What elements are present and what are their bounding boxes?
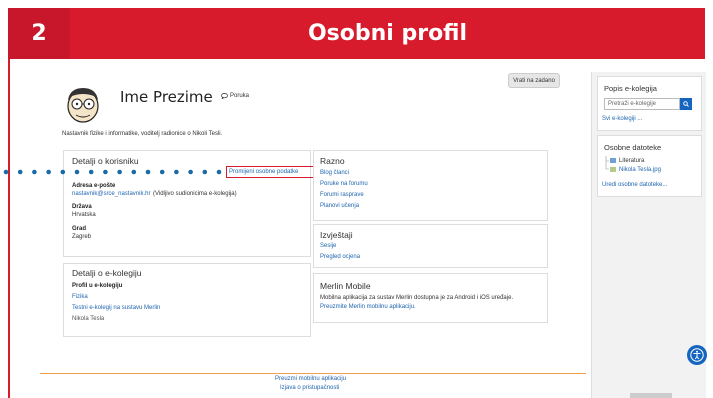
message-label: Poruka bbox=[230, 93, 250, 99]
step-number: 2 bbox=[8, 8, 70, 59]
mobile-title: Merlin Mobile bbox=[320, 281, 371, 291]
course-item: Nikola Tesla bbox=[72, 316, 105, 322]
accessibility-icon bbox=[690, 348, 704, 362]
misc-link[interactable]: Blog članci bbox=[320, 170, 349, 176]
reports-link[interactable]: Sesije bbox=[320, 243, 336, 249]
user-description: Nastavnik fizike i informatike, voditelj… bbox=[62, 131, 223, 137]
user-details-title: Detalji o korisniku bbox=[72, 156, 139, 166]
footer-divider bbox=[40, 373, 586, 374]
course-details-title: Detalji o e-kolegiju bbox=[72, 268, 142, 278]
pointer-dot bbox=[46, 169, 51, 175]
search-icon bbox=[683, 101, 689, 107]
pointer-dot bbox=[103, 169, 108, 175]
country-label: Država bbox=[72, 204, 92, 210]
misc-title: Razno bbox=[320, 156, 345, 166]
pointer-dot bbox=[32, 169, 37, 175]
mobile-link[interactable]: Preuzmite Merlin mobilnu aplikaciju. bbox=[320, 304, 416, 310]
page-title: Osobni profil bbox=[307, 21, 468, 46]
search-button[interactable] bbox=[680, 98, 692, 110]
email-value[interactable]: nastavnik@srce_nastavnik.hr bbox=[72, 191, 150, 197]
reset-page-button[interactable]: Vrati na zadano bbox=[508, 73, 560, 88]
reports-title: Izvještaji bbox=[320, 230, 353, 240]
misc-link[interactable]: Poruke na forumu bbox=[320, 181, 368, 187]
edit-files-link[interactable]: Uredi osobne datoteke... bbox=[602, 182, 667, 188]
misc-link[interactable]: Forumi rasprave bbox=[320, 192, 364, 198]
pointer-dot bbox=[3, 169, 9, 175]
pointer-dot bbox=[145, 169, 151, 175]
chat-icon bbox=[221, 93, 228, 99]
header-banner: 2 Osobni profil bbox=[8, 8, 705, 59]
pointer-dot bbox=[216, 169, 222, 175]
footer-app-link[interactable]: Preuzmi mobilnu aplikaciju bbox=[275, 376, 346, 382]
city-label: Grad bbox=[72, 226, 87, 232]
dotted-pointer bbox=[3, 169, 222, 175]
footer-accessibility-link[interactable]: Izjava o pristupačnosti bbox=[280, 385, 339, 391]
country-value: Hrvatska bbox=[72, 212, 96, 218]
file-name[interactable]: Nikola Tesla.jpg bbox=[619, 167, 661, 173]
pointer-dot bbox=[174, 169, 179, 175]
email-note: (Vidljivo sudionicima e-kolegija) bbox=[153, 191, 237, 197]
pointer-dot bbox=[131, 169, 137, 175]
user-name: Ime Prezime bbox=[120, 88, 213, 106]
folder-icon bbox=[610, 158, 616, 163]
edit-profile-link[interactable]: Promijeni osobne podatke bbox=[229, 169, 298, 175]
all-courses-link[interactable]: Svi e-kolegiji ... bbox=[602, 116, 642, 122]
course-item[interactable]: Fizika bbox=[72, 294, 88, 300]
misc-link[interactable]: Planovi učenja bbox=[320, 203, 359, 209]
folder-name[interactable]: Literatura bbox=[619, 158, 644, 164]
courses-block-title: Popis e-kolegija bbox=[604, 84, 657, 93]
files-block-title: Osobne datoteke bbox=[604, 143, 662, 152]
city-value: Zagreb bbox=[72, 234, 92, 240]
avatar bbox=[67, 88, 99, 123]
pointer-dot bbox=[202, 169, 208, 175]
image-file-icon bbox=[610, 167, 616, 172]
reports-link[interactable]: Pregled ocjena bbox=[320, 254, 360, 260]
pointer-dot bbox=[117, 169, 122, 175]
pointer-dot bbox=[74, 169, 80, 175]
pointer-dot bbox=[88, 169, 94, 175]
pointer-dot bbox=[159, 169, 165, 175]
course-search-input[interactable]: Pretraži e-kolegije bbox=[604, 98, 680, 110]
left-accent-bar bbox=[8, 59, 10, 398]
pointer-dot bbox=[17, 169, 23, 175]
pointer-dot bbox=[60, 169, 66, 175]
mobile-text: Mobilna aplikacija za sustav Merlin dost… bbox=[320, 295, 514, 301]
accessibility-button[interactable] bbox=[687, 345, 707, 365]
message-link[interactable]: Poruka bbox=[221, 93, 249, 99]
scrollbar[interactable] bbox=[630, 393, 672, 398]
course-item[interactable]: Testni e-kolegij na sustavu Merlin bbox=[72, 305, 160, 311]
course-profiles-label: Profil u e-kolegiju bbox=[72, 283, 123, 289]
pointer-dot bbox=[188, 169, 193, 175]
email-label: Adresa e-pošte bbox=[72, 183, 116, 189]
